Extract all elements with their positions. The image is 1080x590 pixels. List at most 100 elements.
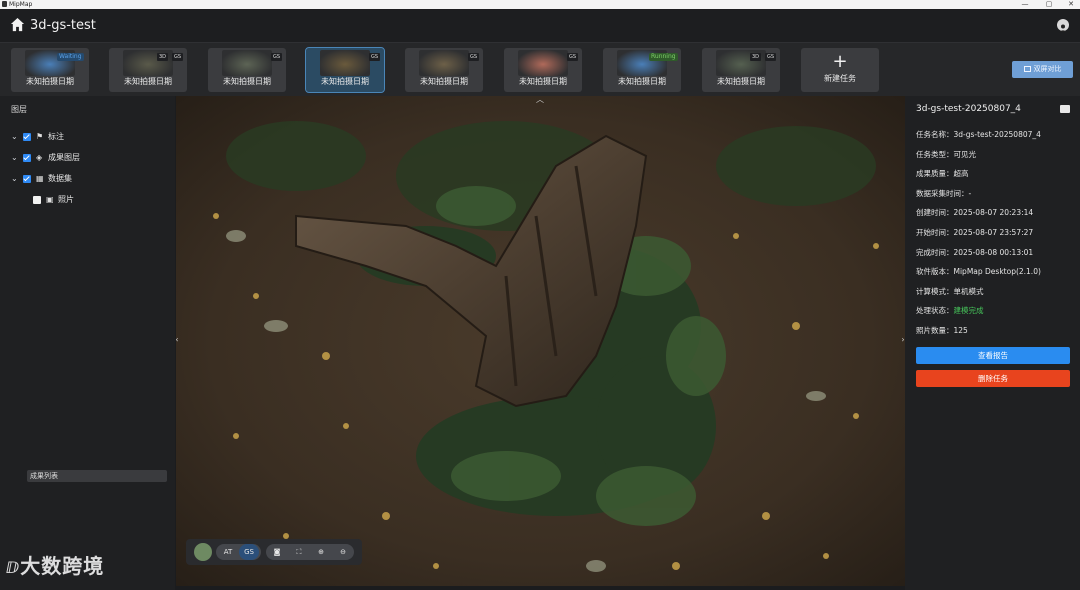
- layer-name: 照片: [58, 195, 74, 204]
- watermark-logo: ⅅ大数跨境: [6, 554, 105, 578]
- user-avatar-icon[interactable]: [1057, 19, 1069, 32]
- layer-row[interactable]: ▣ 照片: [0, 193, 175, 207]
- task-type-badge: GS: [271, 53, 283, 61]
- left-arrow-icon[interactable]: ‹: [176, 334, 181, 346]
- layer-row[interactable]: ⌄ ⚑ 标注: [0, 130, 175, 144]
- info-key: 任务类型：: [916, 149, 954, 159]
- layer-checkbox[interactable]: [23, 175, 31, 183]
- watermark-text: 大数跨境: [20, 554, 105, 578]
- compare-label: 双屏对比: [1033, 65, 1062, 73]
- info-value: 2025-08-07 20:23:14: [953, 208, 1034, 218]
- info-value: 单机模式: [953, 286, 984, 296]
- window-titlebar: MipMap — ▢ ✕: [0, 0, 1080, 9]
- task-card[interactable]: GS 未知拍摄日期: [208, 48, 286, 92]
- layer-checkbox[interactable]: [23, 154, 31, 162]
- dual-screen-compare-button[interactable]: 双屏对比: [1012, 61, 1073, 78]
- task-card[interactable]: GS 未知拍摄日期: [405, 48, 483, 92]
- task-date-label: 未知拍摄日期: [618, 77, 666, 86]
- scene-viewer[interactable]: ︿ ‹ ›: [176, 96, 905, 586]
- photo-icon: ▣: [46, 195, 54, 204]
- task-date-label: 未知拍摄日期: [223, 77, 271, 86]
- collapse-up-icon[interactable]: ︿: [536, 96, 544, 106]
- task-info-row: 计算模式：单机模式: [916, 287, 984, 297]
- info-key: 创建时间：: [916, 208, 954, 218]
- compare-icon: [1023, 66, 1031, 72]
- info-value: MipMap Desktop(2.1.0): [953, 267, 1041, 277]
- task-type-badge: GS: [369, 53, 381, 61]
- home-icon[interactable]: [10, 17, 25, 32]
- zoom-out-icon[interactable]: ⊖: [336, 544, 350, 560]
- gaussian-splat-scene: [176, 96, 905, 586]
- minimize-button[interactable]: —: [1016, 0, 1034, 9]
- task-type-badge: 3D: [157, 53, 169, 61]
- task-info-row: 任务名称：3d-gs-test-20250807_4: [916, 130, 1041, 140]
- task-date-label: 未知拍摄日期: [519, 77, 567, 86]
- task-status-badge: Waiting: [57, 53, 84, 61]
- basemap-thumbnail[interactable]: [194, 543, 212, 561]
- layer-row[interactable]: ⌄ ▦ 数据集: [0, 172, 175, 186]
- layer-panel: 图层 ⌄ ⚑ 标注 ⌄ ◈ 成果图层 ⌄ ▦ 数据集 ▣ 照片: [0, 96, 175, 590]
- layer-name: 标注: [48, 132, 64, 141]
- task-date-label: 未知拍摄日期: [420, 77, 468, 86]
- task-type-badge: GS: [468, 53, 480, 61]
- layer-checkbox[interactable]: [33, 196, 41, 204]
- task-info-row: 开始时间：2025-08-07 23:57:27: [916, 228, 1033, 238]
- dataset-icon: ▦: [36, 174, 44, 183]
- task-thumbnail: [419, 50, 469, 76]
- new-task-button[interactable]: + 新建任务: [801, 48, 879, 92]
- info-value: 建模完成: [953, 306, 984, 316]
- info-key: 开始时间：: [916, 228, 954, 237]
- task-type-badge: GS: [765, 53, 777, 61]
- app-icon: [2, 1, 7, 7]
- open-folder-icon[interactable]: [1060, 105, 1070, 113]
- task-info-row: 完成时间：2025-08-08 00:13:01: [916, 248, 1033, 258]
- task-info-row: 任务类型：可见光: [916, 150, 976, 160]
- expand-chevron-icon[interactable]: ⌄: [11, 130, 18, 144]
- fit-view-icon[interactable]: ⛶: [292, 544, 306, 560]
- screenshot-camera-icon[interactable]: ◙: [270, 544, 284, 560]
- restore-button[interactable]: ▢: [1040, 0, 1058, 9]
- task-type-badge: GS: [567, 53, 579, 61]
- close-window-button[interactable]: ✕: [1062, 0, 1080, 9]
- at-toggle[interactable]: AT: [218, 544, 238, 560]
- task-card[interactable]: GS 未知拍摄日期: [504, 48, 582, 92]
- info-key: 软件版本：: [916, 267, 954, 277]
- task-strip: Waiting 未知拍摄日期 GS 3D 未知拍摄日期 GS 未知拍摄日期 GS 未知拍摄日期 G…: [0, 42, 1080, 96]
- layer-panel-title: 图层: [11, 105, 27, 114]
- delete-task-button[interactable]: 删除任务: [916, 370, 1070, 387]
- info-value: 可见光: [953, 149, 977, 159]
- task-card[interactable]: GS 未知拍摄日期: [305, 47, 385, 93]
- info-value: 超高: [953, 169, 969, 179]
- task-card[interactable]: GS 3D 未知拍摄日期: [702, 48, 780, 92]
- task-date-label: 未知拍摄日期: [26, 77, 74, 86]
- task-info-row: 软件版本：MipMap Desktop(2.1.0): [916, 267, 1041, 277]
- info-key: 成果质量：: [916, 169, 954, 179]
- task-status-badge: Running: [649, 53, 678, 61]
- plus-icon: +: [832, 51, 848, 72]
- project-title: 3d-gs-test: [30, 18, 96, 33]
- layer-row[interactable]: ⌄ ◈ 成果图层: [0, 151, 175, 165]
- task-info-row: 照片数量：125: [916, 326, 968, 336]
- info-key: 计算模式：: [916, 286, 954, 296]
- gs-toggle[interactable]: GS: [239, 544, 259, 560]
- new-task-label: 新建任务: [824, 74, 856, 83]
- view-report-button[interactable]: 查看报告: [916, 347, 1070, 364]
- task-date-label: 未知拍摄日期: [321, 77, 369, 86]
- task-card[interactable]: Running 未知拍摄日期: [603, 48, 681, 92]
- expand-chevron-icon[interactable]: ⌄: [11, 151, 18, 165]
- info-key: 照片数量：: [916, 326, 954, 335]
- layer-checkbox[interactable]: [23, 133, 31, 141]
- task-date-label: 未知拍摄日期: [717, 77, 765, 86]
- task-info-row: 处理状态：建模完成: [916, 306, 984, 316]
- task-thumbnail: [320, 50, 370, 76]
- viewer-toolbar: AT GS ◙ ⛶ ⊕ ⊖: [186, 539, 362, 565]
- flag-icon: ⚑: [36, 132, 44, 141]
- info-key: 数据采集时间：: [916, 188, 969, 198]
- task-card[interactable]: Waiting 未知拍摄日期: [11, 48, 89, 92]
- task-info-row: 成果质量：超高: [916, 169, 969, 179]
- info-value: 3d-gs-test-20250807_4: [953, 130, 1041, 139]
- result-list-tab[interactable]: 成果列表: [27, 470, 167, 482]
- zoom-in-icon[interactable]: ⊕: [314, 544, 328, 560]
- task-card[interactable]: GS 3D 未知拍摄日期: [109, 48, 187, 92]
- expand-chevron-icon[interactable]: ⌄: [11, 172, 18, 186]
